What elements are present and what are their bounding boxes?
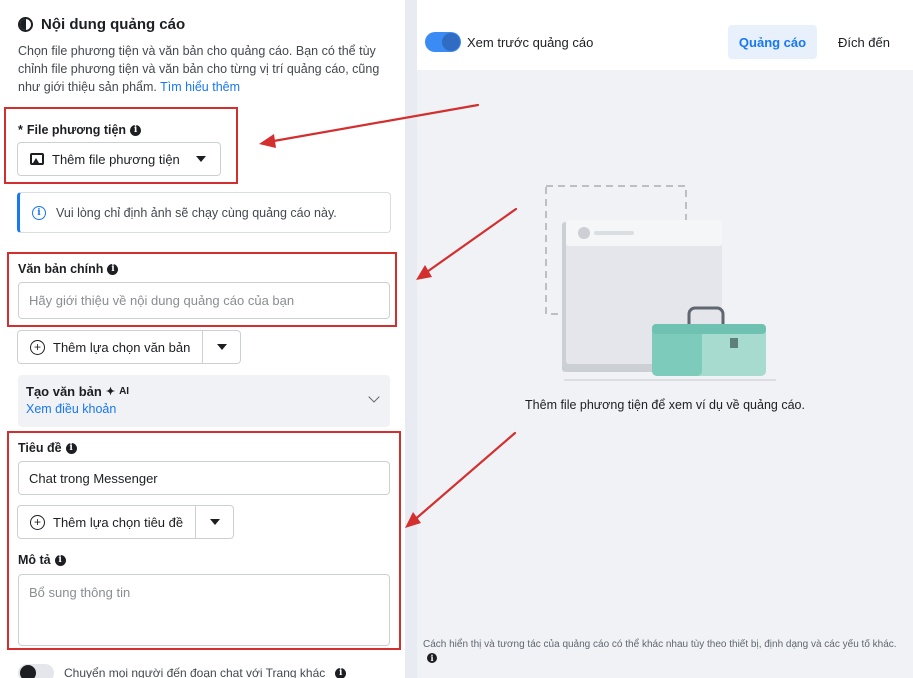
info-icon: i xyxy=(32,205,46,220)
headline-value: Chat trong Messenger xyxy=(29,470,158,486)
empty-preview-text: Thêm file phương tiện để xem ví dụ về qu… xyxy=(525,398,805,412)
add-headline-option-button[interactable]: + Thêm lựa chọn tiêu đề xyxy=(17,505,197,539)
description-label-text: Mô tả xyxy=(18,553,51,567)
description-placeholder: Bổ sung thông tin xyxy=(29,585,131,600)
add-media-button[interactable]: Thêm file phương tiện xyxy=(17,142,221,176)
media-label-text: File phương tiện xyxy=(26,123,127,137)
headline-label-text: Tiêu đề xyxy=(18,441,62,455)
terms-link[interactable]: Xem điều khoản xyxy=(26,402,382,416)
add-headline-option-label: Thêm lựa chọn tiêu đề xyxy=(53,514,184,530)
info-icon[interactable]: i xyxy=(335,667,347,678)
preview-toggle-label: Xem trước quảng cáo xyxy=(467,35,594,50)
headline-label: Tiêu đề i xyxy=(18,441,77,455)
primary-text-input[interactable]: Hãy giới thiệu về nội dung quảng cáo của… xyxy=(18,282,390,319)
text-option-dropdown[interactable] xyxy=(203,330,242,364)
panel-divider xyxy=(405,0,417,678)
generate-text-label: Tạo văn bản xyxy=(26,384,102,399)
tab-ad[interactable]: Quảng cáo xyxy=(728,25,817,59)
image-icon xyxy=(30,153,44,165)
half-circle-icon xyxy=(18,17,33,32)
notice-text: Vui lòng chỉ định ảnh sẽ chạy cùng quảng… xyxy=(56,205,337,220)
ai-badge: AI xyxy=(119,386,130,397)
add-text-option-button[interactable]: + Thêm lựa chọn văn bản xyxy=(17,330,204,364)
primary-text-label: Văn bản chính i xyxy=(18,262,119,276)
other-page-chat-toggle-row: Chuyển mọi người đến đoạn chat với Trang… xyxy=(18,664,347,678)
generate-text-title: Tạo văn bản ✦ AI xyxy=(26,384,382,399)
empty-preview-illustration xyxy=(545,185,776,381)
other-page-chat-toggle[interactable] xyxy=(18,664,54,678)
section-title: Nội dung quảng cáo xyxy=(41,16,186,33)
generate-text-panel[interactable]: Tạo văn bản ✦ AI Xem điều khoản xyxy=(18,375,390,427)
section-header: Nội dung quảng cáo xyxy=(18,16,185,33)
preview-toggle[interactable] xyxy=(425,32,461,52)
ad-content-panel: Nội dung quảng cáo Chọn file phương tiện… xyxy=(0,0,405,678)
preview-header: Xem trước quảng cáo Quảng cáo Đích đến xyxy=(417,8,913,70)
primary-text-placeholder: Hãy giới thiệu về nội dung quảng cáo của… xyxy=(29,293,295,308)
add-headline-option-split: + Thêm lựa chọn tiêu đề xyxy=(17,505,235,539)
tab-destination[interactable]: Đích đến xyxy=(825,25,903,59)
add-media-label: Thêm file phương tiện xyxy=(52,151,180,167)
info-icon[interactable]: i xyxy=(65,442,77,454)
plus-circle-icon: + xyxy=(30,339,45,355)
add-text-option-split: + Thêm lựa chọn văn bản xyxy=(17,330,242,364)
description-input[interactable]: Bổ sung thông tin xyxy=(18,574,390,646)
info-icon[interactable]: i xyxy=(427,653,437,664)
bag-lid xyxy=(652,324,766,334)
headline-input[interactable]: Chat trong Messenger xyxy=(18,461,390,495)
info-icon[interactable]: i xyxy=(107,263,119,275)
required-mark: * xyxy=(18,123,23,137)
sparkle-icon: ✦ xyxy=(105,386,116,398)
preview-footnote: Cách hiển thị và tương tác của quảng cáo… xyxy=(423,638,903,666)
section-description: Chọn file phương tiện và văn bản cho quả… xyxy=(18,42,393,96)
description-label: Mô tả i xyxy=(18,553,66,567)
bag-lock xyxy=(730,338,738,348)
ad-preview-panel: Xem trước quảng cáo Quảng cáo Đích đến T… xyxy=(417,8,913,678)
info-icon[interactable]: i xyxy=(54,554,66,566)
primary-text-label-text: Văn bản chính xyxy=(18,262,104,276)
caret-down-icon xyxy=(216,344,227,350)
media-notice: i Vui lòng chỉ định ảnh sẽ chạy cùng quả… xyxy=(17,192,391,233)
learn-more-link[interactable]: Tìm hiểu thêm xyxy=(160,80,240,94)
caret-down-icon xyxy=(195,156,206,162)
add-text-option-label: Thêm lựa chọn văn bản xyxy=(53,339,191,355)
caret-down-icon xyxy=(209,519,220,525)
card-avatar xyxy=(578,227,590,239)
headline-option-dropdown[interactable] xyxy=(196,505,235,539)
plus-circle-icon: + xyxy=(30,514,45,530)
info-icon[interactable]: i xyxy=(130,124,142,136)
other-page-chat-label: Chuyển mọi người đến đoạn chat với Trang… xyxy=(64,666,326,678)
preview-footnote-text: Cách hiển thị và tương tác của quảng cáo… xyxy=(423,639,897,650)
media-label: * File phương tiện i xyxy=(18,123,142,137)
card-line xyxy=(594,231,634,235)
